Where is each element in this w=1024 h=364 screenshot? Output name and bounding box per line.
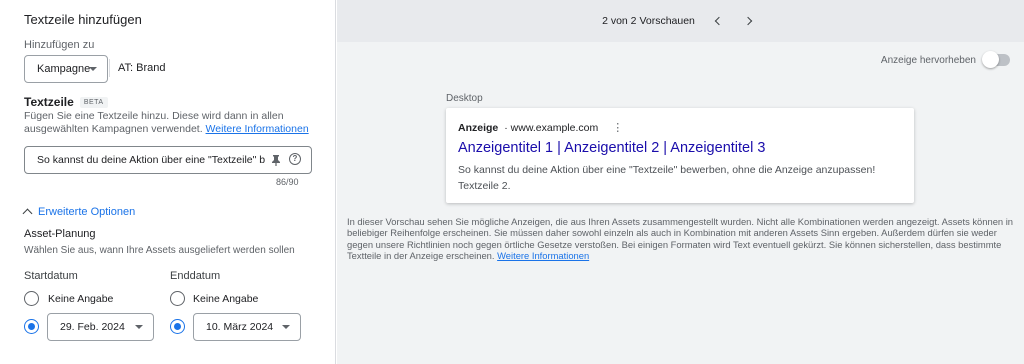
ad-description: So kannst du deine Aktion über eine "Tex… (458, 162, 898, 194)
end-date-select[interactable]: 10. März 2024 (193, 313, 301, 341)
end-date-label: Enddatum (170, 270, 221, 282)
campaign-name: AT: Brand (109, 59, 166, 77)
ad-textline: Textzeile 2. (458, 180, 511, 192)
textzeile-title: Textzeile (24, 95, 74, 109)
chevron-left-icon[interactable] (709, 12, 727, 30)
help-icon[interactable]: ? (289, 153, 301, 165)
ad-badge: Anzeige (458, 122, 499, 134)
dropdown-caret-icon (89, 67, 97, 71)
campaign-select[interactable]: Kampagne (24, 55, 108, 83)
highlight-ad-row: Anzeige hervorheben (880, 51, 1010, 68)
advanced-options-toggle[interactable]: Erweiterte Optionen (22, 206, 136, 219)
more-vert-icon[interactable]: ⋮ (612, 123, 623, 134)
textzeile-input-value: So kannst du deine Aktion über eine "Tex… (37, 154, 265, 166)
pager-text: 2 von 2 Vorschauen (602, 15, 695, 27)
panel-title: Textzeile hinzufügen (24, 12, 142, 27)
device-label: Desktop (446, 93, 483, 104)
pin-icon[interactable] (271, 155, 281, 166)
dropdown-caret-icon (282, 325, 290, 329)
learn-more-link[interactable]: Weitere Informationen (206, 123, 309, 135)
start-date-value: 29. Feb. 2024 (60, 321, 125, 333)
dropdown-caret-icon (135, 325, 143, 329)
chevron-right-icon[interactable] (741, 12, 759, 30)
highlight-ad-label: Anzeige hervorheben (880, 54, 976, 66)
highlight-ad-toggle[interactable] (982, 51, 1010, 68)
start-no-value-radio[interactable] (24, 291, 39, 306)
beta-badge: BETA (79, 96, 108, 108)
ad-headline[interactable]: Anzeigentitel 1 | Anzeigentitel 2 | Anze… (458, 140, 765, 156)
preview-pager: 2 von 2 Vorschauen (337, 0, 1024, 42)
chevron-up-icon (22, 208, 33, 219)
start-no-value-label: Keine Angabe (48, 293, 114, 305)
character-counter: 86/90 (276, 177, 299, 187)
ad-url: · www.example.com (504, 122, 599, 134)
start-date-label: Startdatum (24, 270, 78, 282)
end-date-value: 10. März 2024 (206, 321, 274, 333)
asset-planning-description: Wählen Sie aus, wann Ihre Assets ausgeli… (24, 245, 295, 256)
end-date-radio[interactable] (170, 319, 185, 334)
disclaimer-text: In dieser Vorschau sehen Sie mögliche An… (347, 216, 1014, 262)
start-date-select[interactable]: 29. Feb. 2024 (47, 313, 154, 341)
edit-panel: Textzeile hinzufügen Hinzufügen zu Kampa… (0, 0, 336, 364)
start-date-radio[interactable] (24, 319, 39, 334)
textzeile-input[interactable]: So kannst du deine Aktion über eine "Tex… (24, 146, 312, 174)
campaign-select-label: Kampagne (37, 63, 91, 75)
end-no-value-radio[interactable] (170, 291, 185, 306)
ad-preview-card: Anzeige · www.example.com ⋮ Anzeigentite… (446, 108, 914, 203)
ad-description-text: So kannst du deine Aktion über eine "Tex… (458, 164, 876, 176)
advanced-options-label: Erweiterte Optionen (38, 206, 136, 218)
end-no-value-label: Keine Angabe (193, 293, 259, 305)
add-to-label: Hinzufügen zu (24, 39, 95, 51)
preview-panel: 2 von 2 Vorschauen Anzeige hervorheben D… (337, 0, 1024, 364)
textzeile-description: Fügen Sie eine Textzeile hinzu. Diese wi… (24, 110, 314, 136)
textzeile-header: Textzeile BETA (24, 95, 108, 109)
preview-disclaimer: In dieser Vorschau sehen Sie mögliche An… (347, 216, 1017, 262)
asset-planning-title: Asset-Planung (24, 228, 96, 240)
ad-top-line: Anzeige · www.example.com ⋮ (458, 122, 623, 134)
disclaimer-learn-more-link[interactable]: Weitere Informationen (497, 250, 589, 261)
